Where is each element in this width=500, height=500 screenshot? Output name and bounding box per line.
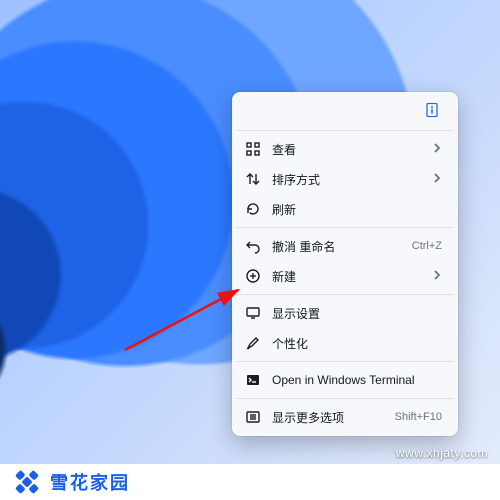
menu-item-personalize[interactable]: 个性化 <box>236 328 454 358</box>
menu-item-label: Open in Windows Terminal <box>272 373 442 387</box>
info-icon <box>424 102 440 121</box>
desktop-wallpaper[interactable]: 查看 排序方式 刷新 撤消 重命名 Ctrl+Z 新建 显示设置 <box>0 0 500 500</box>
terminal-icon <box>244 372 262 388</box>
new-icon <box>244 268 262 284</box>
menu-item-new[interactable]: 新建 <box>236 261 454 291</box>
brush-icon <box>244 335 262 351</box>
separator <box>236 398 454 399</box>
watermark-brand: 雪花家园 <box>50 469 130 495</box>
sort-icon <box>244 171 262 187</box>
separator <box>236 130 454 131</box>
menu-item-label: 显示更多选项 <box>272 409 385 426</box>
menu-item-open-terminal[interactable]: Open in Windows Terminal <box>236 365 454 395</box>
watermark-url: www.xhjaty.com <box>396 446 488 460</box>
menu-item-undo-rename[interactable]: 撤消 重命名 Ctrl+Z <box>236 231 454 261</box>
menu-item-accelerator: Shift+F10 <box>395 411 442 423</box>
chevron-right-icon <box>432 269 442 283</box>
chevron-right-icon <box>432 142 442 156</box>
menu-item-accelerator: Ctrl+Z <box>412 240 442 252</box>
undo-icon <box>244 238 262 254</box>
menu-item-sort[interactable]: 排序方式 <box>236 164 454 194</box>
display-icon <box>244 305 262 321</box>
grid-icon <box>244 141 262 157</box>
refresh-icon <box>244 201 262 217</box>
desktop-context-menu: 查看 排序方式 刷新 撤消 重命名 Ctrl+Z 新建 显示设置 <box>232 92 458 436</box>
menu-item-label: 刷新 <box>272 201 442 218</box>
menu-item-label: 排序方式 <box>272 171 422 188</box>
watermark-bar: 雪花家园 <box>0 464 500 500</box>
context-menu-toprow <box>236 96 454 127</box>
menu-item-view[interactable]: 查看 <box>236 134 454 164</box>
menu-item-label: 新建 <box>272 268 422 285</box>
more-icon <box>244 409 262 425</box>
separator <box>236 227 454 228</box>
menu-item-label: 撤消 重命名 <box>272 238 402 255</box>
menu-item-label: 查看 <box>272 141 422 158</box>
menu-item-refresh[interactable]: 刷新 <box>236 194 454 224</box>
separator <box>236 294 454 295</box>
menu-item-show-more[interactable]: 显示更多选项 Shift+F10 <box>236 402 454 432</box>
menu-item-display-settings[interactable]: 显示设置 <box>236 298 454 328</box>
chevron-right-icon <box>432 172 442 186</box>
menu-item-label: 显示设置 <box>272 305 442 322</box>
separator <box>236 361 454 362</box>
menu-item-label: 个性化 <box>272 335 442 352</box>
snowflake-logo-icon <box>9 464 46 500</box>
